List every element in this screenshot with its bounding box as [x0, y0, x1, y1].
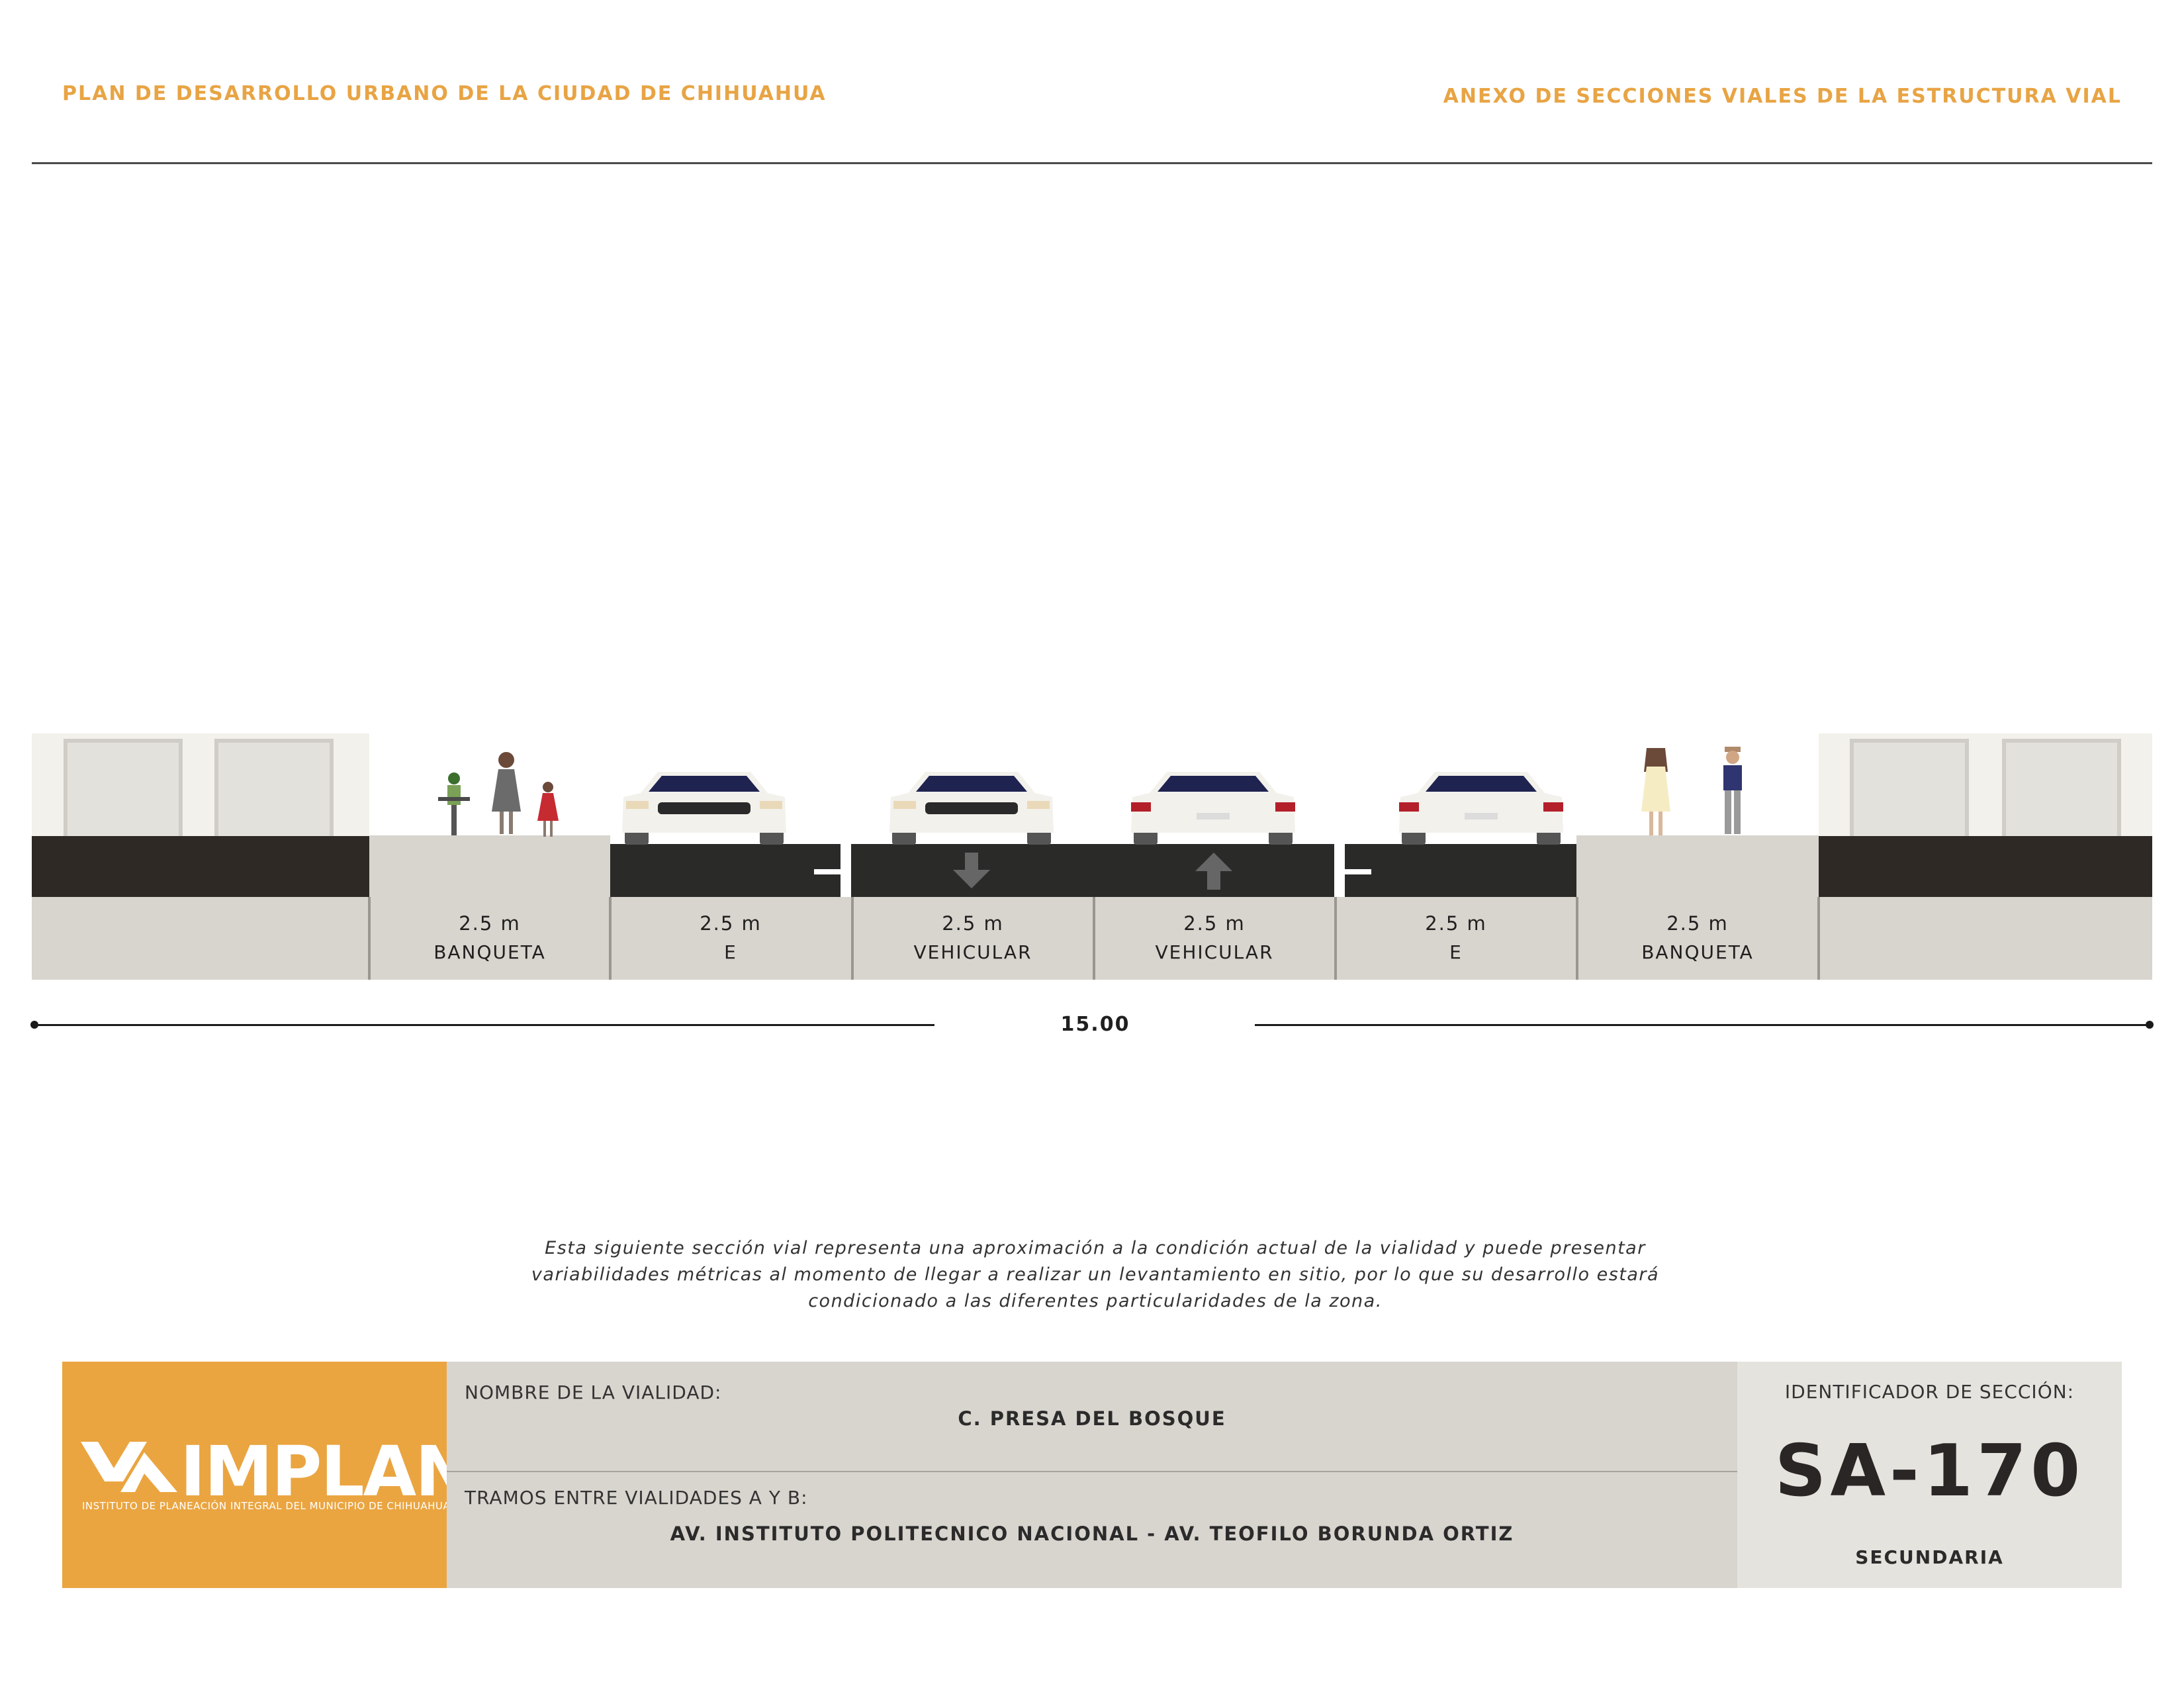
cyclist-icon — [438, 773, 470, 835]
pedestrian-woman-icon — [1641, 748, 1670, 835]
arrow-down-icon — [953, 853, 990, 888]
header-divider — [32, 162, 2152, 164]
lane-label-vehicular-2: 2.5 m VEHICULAR — [1094, 912, 1335, 963]
disclaimer-note: Esta siguiente sección vial representa u… — [531, 1238, 1660, 1311]
right-sidewalk — [1576, 835, 1819, 897]
lane-width: 2.5 m — [942, 912, 1004, 935]
lane-label-banqueta-left: 2.5 m BANQUETA — [369, 912, 610, 963]
lane-width: 2.5 m — [1425, 912, 1487, 935]
lane-name: E — [1449, 941, 1463, 963]
lane-label-vehicular-1: 2.5 m VEHICULAR — [852, 912, 1093, 963]
road-info-divider — [447, 1471, 1737, 1472]
left-building-base — [32, 836, 369, 897]
right-building-door — [1850, 739, 1969, 836]
left-sidewalk — [369, 835, 610, 897]
right-building-base — [1819, 836, 2152, 897]
right-building-door — [2002, 739, 2121, 836]
lane-separator-gap — [841, 844, 851, 897]
segment-value: AV. INSTITUTO POLITECNICO NACIONAL - AV.… — [670, 1523, 1514, 1545]
lane-width: 2.5 m — [459, 912, 521, 935]
implan-logo-icon — [81, 1442, 177, 1492]
lane-name: E — [724, 941, 737, 963]
arrow-up-icon — [1195, 853, 1232, 890]
car-icon — [1131, 772, 1295, 845]
car-icon — [889, 772, 1054, 845]
car-icon — [622, 772, 786, 845]
lane-width: 2.5 m — [700, 912, 762, 935]
lane-width: 2.5 m — [1183, 912, 1246, 935]
left-building-door — [64, 739, 183, 836]
dimension-line-left — [33, 1024, 934, 1026]
segment-label: TRAMOS ENTRE VIALIDADES A Y B: — [465, 1487, 808, 1509]
pedestrian-woman-icon — [492, 752, 521, 834]
lane-name: VEHICULAR — [1155, 941, 1274, 963]
pedestrian-child-icon — [537, 782, 559, 837]
car-icon — [1399, 772, 1563, 845]
road-name-value: C. PRESA DEL BOSQUE — [958, 1407, 1226, 1430]
road-surface — [610, 844, 1576, 897]
lane-width: 2.5 m — [1666, 912, 1729, 935]
pedestrian-man-icon — [1723, 747, 1742, 834]
left-building-door — [214, 739, 334, 836]
header-title-left: PLAN DE DESARROLLO URBANO DE LA CIUDAD D… — [62, 82, 827, 105]
lane-label-e-left: 2.5 m E — [610, 912, 851, 963]
total-width-label: 15.00 — [1060, 1013, 1130, 1036]
lane-label-banqueta-right: 2.5 m BANQUETA — [1577, 912, 1818, 963]
lane-name: BANQUETA — [1641, 941, 1754, 963]
logo-subtitle: INSTITUTO DE PLANEACIÓN INTEGRAL DEL MUN… — [82, 1500, 451, 1512]
section-id-code: SA-170 — [1774, 1430, 2085, 1513]
dimension-line-right — [1255, 1024, 2151, 1026]
dimension-end-dot — [2146, 1021, 2154, 1029]
lane-separator-gap — [1334, 844, 1345, 897]
lane-marking — [1345, 869, 1371, 874]
lane-marking — [814, 869, 841, 874]
road-name-label: NOMBRE DE LA VIALIDAD: — [465, 1382, 722, 1403]
section-id-label: IDENTIFICADOR DE SECCIÓN: — [1784, 1381, 2075, 1403]
header-title-right: ANEXO DE SECCIONES VIALES DE LA ESTRUCTU… — [1443, 85, 2122, 108]
lane-name: VEHICULAR — [913, 941, 1032, 963]
road-classification: SECUNDARIA — [1855, 1546, 2004, 1568]
lane-name: BANQUETA — [433, 941, 546, 963]
lane-label-e-right: 2.5 m E — [1336, 912, 1576, 963]
